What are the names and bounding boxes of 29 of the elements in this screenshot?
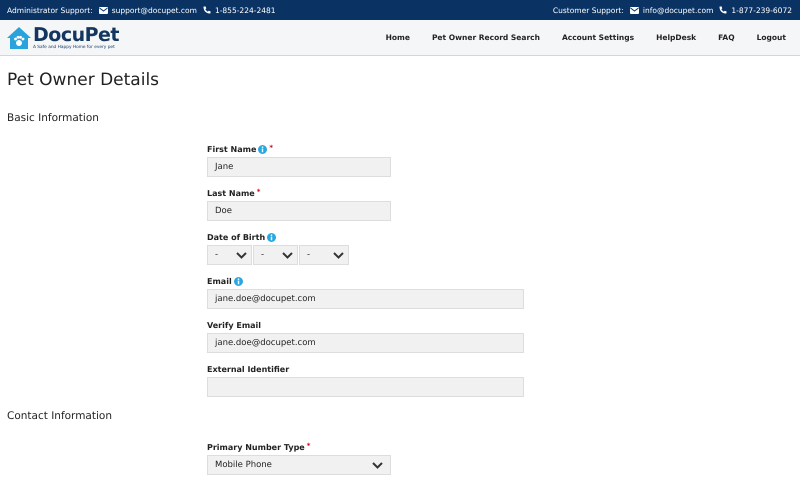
text-field[interactable]: jane.doe@docupet.com: [207, 333, 524, 353]
field-label: Verify Email: [207, 320, 262, 330]
text-field[interactable]: [207, 377, 524, 397]
phone-icon: [202, 6, 211, 14]
field-label: Email: [207, 276, 232, 286]
envelope-icon: [630, 6, 639, 14]
text-field[interactable]: Doe: [207, 201, 391, 221]
phone-icon: [719, 6, 728, 14]
chevron-down-icon: [282, 252, 293, 258]
text-field[interactable]: Jane: [207, 157, 391, 177]
logo-wordmark: DocuPet: [33, 26, 120, 44]
field-label: First Name: [207, 144, 256, 154]
select-field[interactable]: Mobile Phone: [207, 455, 391, 475]
chevron-down-icon: [236, 252, 247, 258]
field-label: Date of Birth: [207, 232, 266, 242]
section-heading: Basic Information: [7, 111, 100, 126]
chevron-down-icon: [333, 252, 344, 258]
chevron-down-icon: [372, 462, 383, 468]
page-title: Pet Owner Details: [7, 69, 160, 91]
field-label: Primary Number Type: [207, 442, 305, 452]
house-paw-logo-icon: [6, 26, 32, 50]
section-heading: Contact Information: [7, 409, 113, 424]
text-field[interactable]: jane.doe@docupet.com: [207, 289, 524, 309]
date-select[interactable]: -: [207, 245, 252, 265]
field-label: External Identifier: [207, 364, 290, 374]
envelope-icon: [98, 6, 108, 14]
date-select[interactable]: -: [253, 245, 298, 265]
date-select[interactable]: -: [299, 245, 349, 265]
field-label: Last Name: [207, 188, 255, 198]
